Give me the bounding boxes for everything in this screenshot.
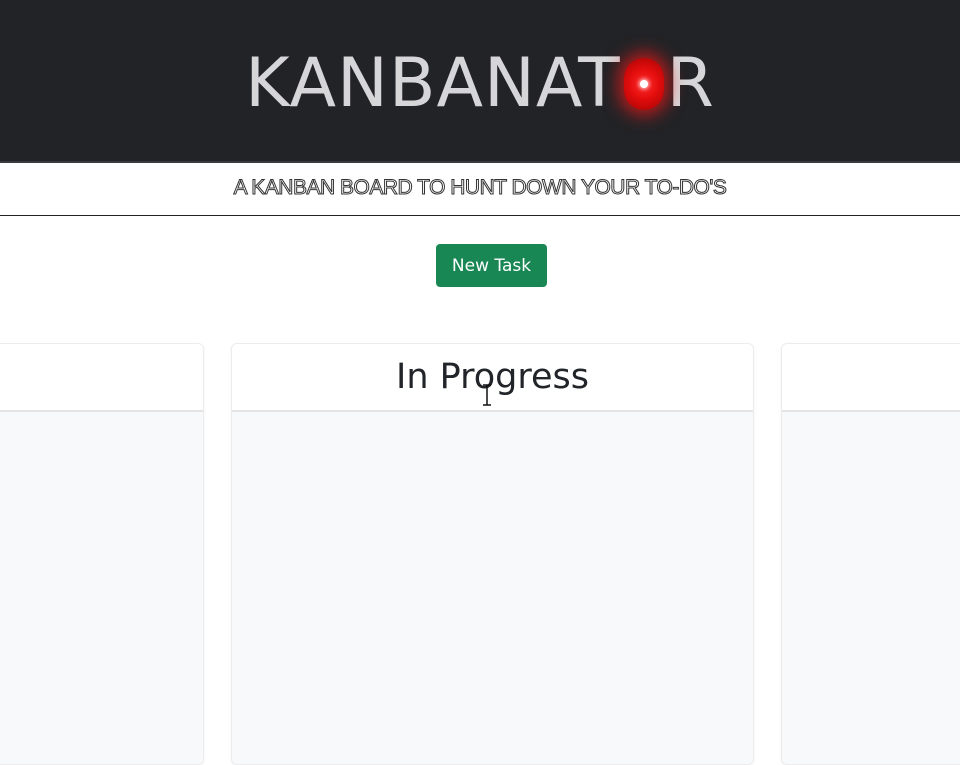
column-header bbox=[782, 344, 960, 412]
logo-text-prefix: KANBANAT bbox=[245, 43, 621, 123]
column-todo bbox=[0, 343, 204, 765]
text-cursor-icon bbox=[483, 384, 491, 406]
logo-text-suffix: R bbox=[666, 43, 715, 123]
app-header: KANBANAT R bbox=[0, 0, 960, 163]
eye-icon bbox=[623, 57, 664, 110]
tagline: A KANBAN BOARD TO HUNT DOWN YOUR TO-DO'S bbox=[233, 176, 727, 200]
column-dropzone[interactable] bbox=[0, 412, 203, 764]
column-dropzone[interactable] bbox=[232, 412, 753, 764]
tagline-bar: A KANBAN BOARD TO HUNT DOWN YOUR TO-DO'S bbox=[0, 163, 960, 216]
column-header bbox=[0, 344, 203, 412]
column-dropzone[interactable] bbox=[782, 412, 960, 764]
column-in-progress: In Progress bbox=[231, 343, 754, 765]
column-done bbox=[781, 343, 960, 765]
new-task-button[interactable]: New Task bbox=[436, 244, 547, 287]
app-logo: KANBANAT R bbox=[245, 43, 715, 123]
